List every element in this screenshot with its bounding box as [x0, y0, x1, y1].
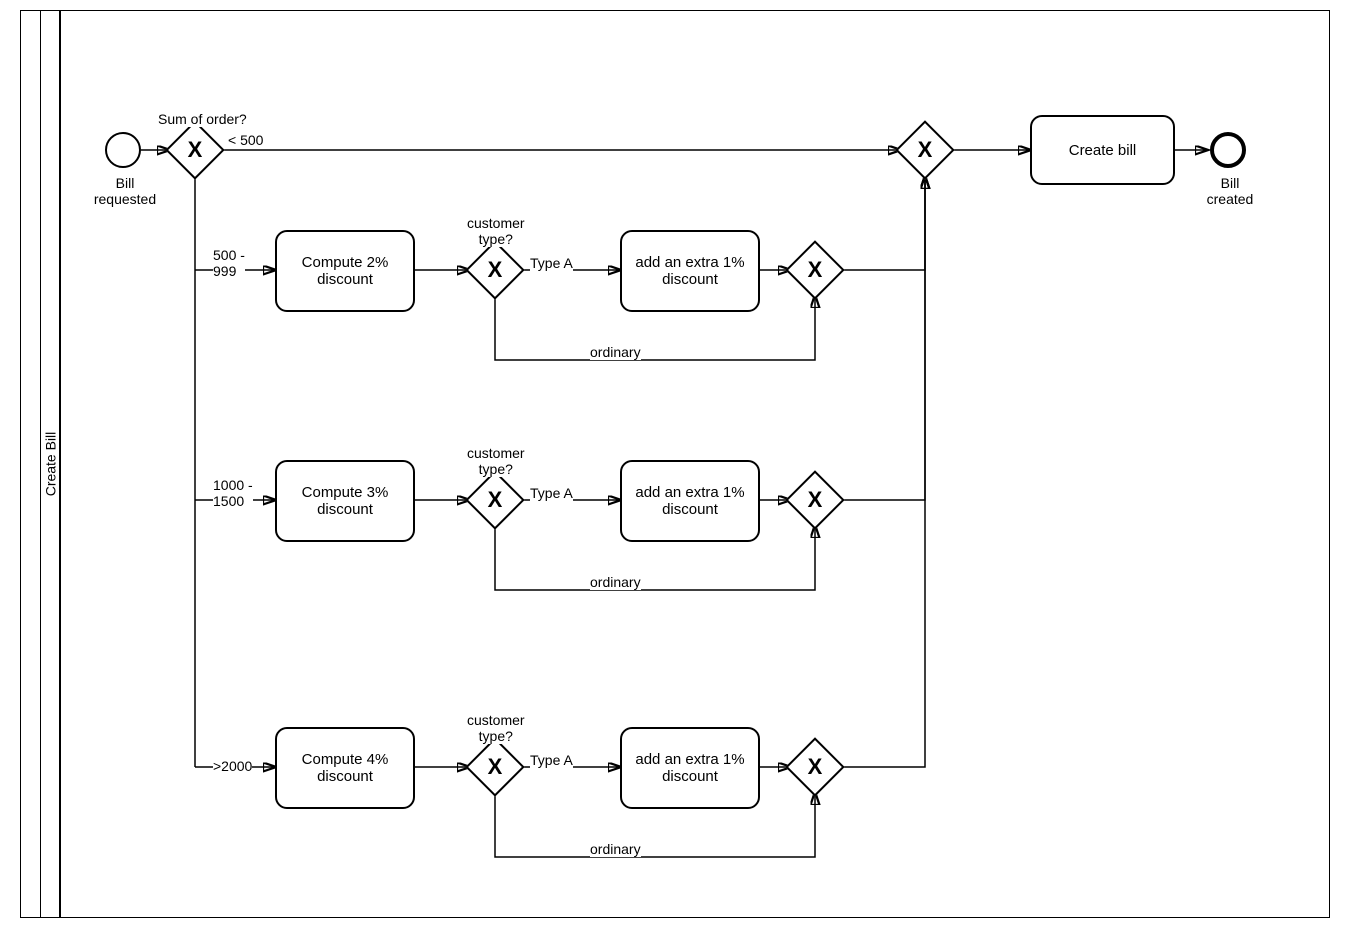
task-extra-1pct-1[interactable]: add an extra 1% discount: [620, 230, 760, 312]
bpmn-diagram: Create Bill: [0, 0, 1365, 928]
start-event-label: Bill requested: [80, 175, 170, 207]
task-extra-1pct-2[interactable]: add an extra 1% discount: [620, 460, 760, 542]
task-extra-1pct-3[interactable]: add an extra 1% discount: [620, 727, 760, 809]
lane-title: Create Bill: [40, 10, 60, 918]
task-compute-3pct[interactable]: Compute 3% discount: [275, 460, 415, 542]
start-event[interactable]: [105, 132, 141, 168]
end-event-label: Bill created: [1185, 175, 1275, 207]
edge-1000-1500: 1000 - 1500: [213, 477, 253, 509]
lane-title-text: Create Bill: [42, 432, 58, 497]
task-compute-4pct[interactable]: Compute 4% discount: [275, 727, 415, 809]
edge-typeA-1: Type A: [530, 255, 573, 271]
edge-gt2000: >2000: [213, 758, 252, 774]
gateway-label-sum: Sum of order?: [158, 111, 247, 127]
end-event[interactable]: [1210, 132, 1246, 168]
task-compute-2pct[interactable]: Compute 2% discount: [275, 230, 415, 312]
edge-typeA-2: Type A: [530, 485, 573, 501]
gateway-label-custtype-1: customer type?: [467, 215, 525, 247]
edge-lt500: < 500: [228, 132, 263, 148]
edge-ordinary-2: ordinary: [590, 574, 641, 590]
edge-typeA-3: Type A: [530, 752, 573, 768]
edge-ordinary-1: ordinary: [590, 344, 641, 360]
gateway-label-custtype-3: customer type?: [467, 712, 525, 744]
edge-500-999: 500 - 999: [213, 247, 245, 279]
edge-ordinary-3: ordinary: [590, 841, 641, 857]
gateway-label-custtype-2: customer type?: [467, 445, 525, 477]
task-create-bill[interactable]: Create bill: [1030, 115, 1175, 185]
